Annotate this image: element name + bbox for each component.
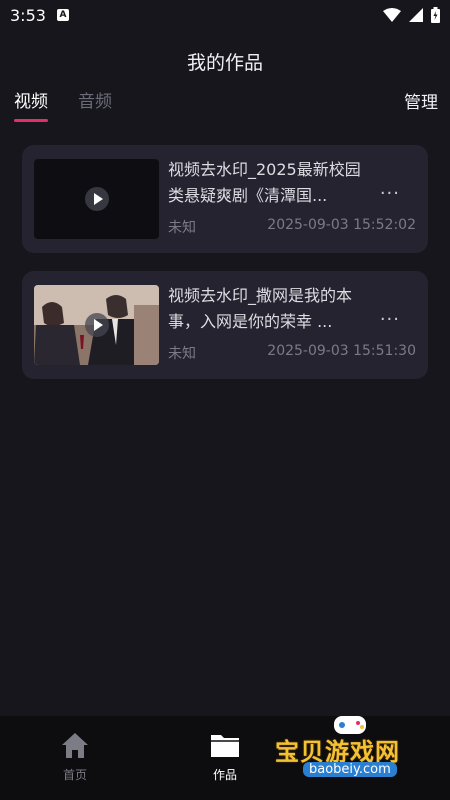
more-options-icon[interactable]: ···: [380, 309, 400, 330]
work-card[interactable]: 视频去水印_撒网是我的本事，入网是你的荣幸 ... 未知 2025-09-03 …: [22, 271, 428, 379]
work-title: 视频去水印_2025最新校园类悬疑爽剧《清潭国...: [168, 160, 361, 205]
video-thumbnail[interactable]: [34, 159, 159, 239]
work-title: 视频去水印_撒网是我的本事，入网是你的荣幸 ...: [168, 286, 353, 331]
status-bar: 3:53 A: [0, 0, 450, 32]
manage-button[interactable]: 管理: [404, 88, 438, 113]
tab-audio[interactable]: 音频: [78, 87, 112, 112]
signal-icon: [409, 8, 423, 22]
work-subtitle: 未知: [168, 220, 196, 236]
system-icons: [383, 7, 440, 23]
wifi-icon: [383, 8, 401, 22]
home-icon: [62, 733, 88, 758]
battery-icon: [431, 7, 440, 23]
work-date: 2025-09-03 15:52:02: [267, 217, 416, 233]
page-title: 我的作品: [186, 52, 263, 74]
work-subtitle: 未知: [168, 346, 196, 362]
status-time: 3:53: [10, 6, 46, 25]
nav-home-label: 首页: [62, 768, 87, 782]
watermark-url: baobeiy.com: [303, 762, 397, 777]
watermark-logo: 宝贝游戏网 baobeiy.com: [275, 712, 435, 782]
nav-home[interactable]: 首页: [0, 716, 150, 800]
folder-icon: [211, 735, 239, 757]
more-options-icon[interactable]: ···: [380, 183, 400, 204]
tab-indicator: [14, 119, 48, 122]
work-date: 2025-09-03 15:51:30: [267, 343, 416, 359]
play-icon[interactable]: [84, 313, 109, 337]
notification-icon: A: [57, 9, 69, 21]
work-card[interactable]: 视频去水印_2025最新校园类悬疑爽剧《清潭国... 未知 2025-09-03…: [22, 145, 428, 253]
tab-video[interactable]: 视频: [14, 87, 48, 112]
play-icon[interactable]: [84, 187, 109, 211]
video-thumbnail[interactable]: [34, 285, 159, 365]
